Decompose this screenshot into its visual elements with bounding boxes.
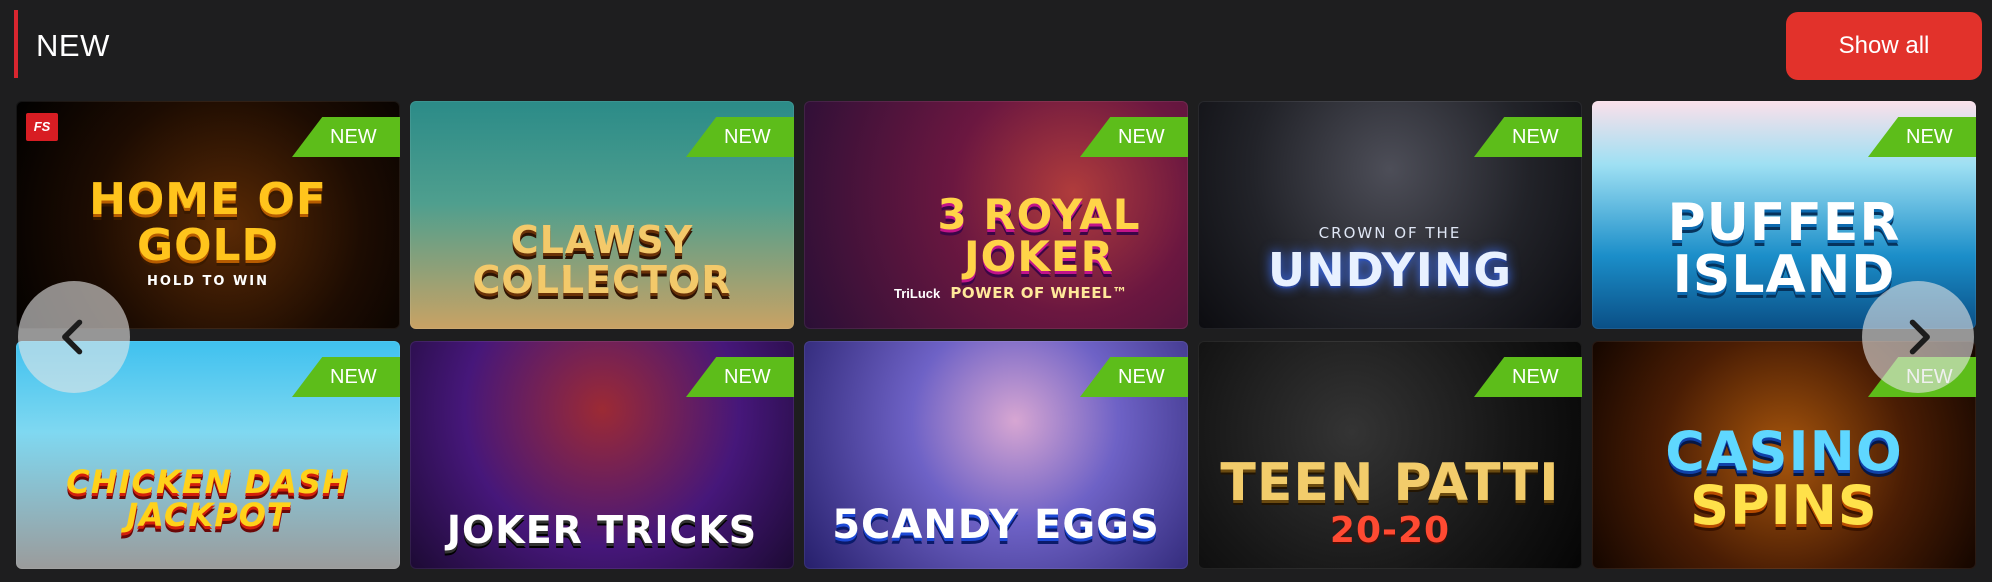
new-badge: NEW bbox=[1474, 357, 1582, 397]
section-title: NEW bbox=[36, 28, 110, 63]
game-logo: TEEN PATTI 20-20 bbox=[1198, 457, 1582, 549]
section-header: NEW Show all bbox=[0, 0, 1992, 96]
section-accent-bar bbox=[14, 10, 18, 78]
game-title: PUFFER ISLAND bbox=[1667, 193, 1901, 305]
chevron-left-icon bbox=[62, 319, 83, 355]
game-tile-joker-tricks[interactable]: NEW JOKER TRICKS bbox=[410, 341, 794, 569]
new-badge: NEW bbox=[686, 357, 794, 397]
game-title: CLAWSY COLLECTOR bbox=[472, 218, 732, 303]
game-logo: 3 ROYAL JOKER POWER OF WHEEL™ bbox=[914, 194, 1164, 301]
game-title: UNDYING bbox=[1267, 243, 1513, 297]
game-subtitle: SPINS bbox=[1690, 474, 1878, 537]
game-logo: CLAWSY COLLECTOR bbox=[410, 218, 794, 303]
game-title: 3 ROYAL JOKER bbox=[937, 190, 1141, 281]
new-badge: NEW bbox=[1080, 117, 1188, 157]
carousel-next-button[interactable] bbox=[1862, 281, 1974, 393]
game-tile-clawsy-collector[interactable]: NEW CLAWSY COLLECTOR bbox=[410, 101, 794, 329]
games-grid: FS NEW HOME OF GOLD HOLD TO WIN NEW CLAW… bbox=[16, 101, 1976, 571]
new-badge: NEW bbox=[292, 117, 400, 157]
game-subtitle: 20-20 bbox=[1329, 510, 1451, 551]
game-title: 5CANDY EGGS bbox=[832, 502, 1160, 548]
carousel-prev-button[interactable] bbox=[18, 281, 130, 393]
game-logo: HOME OF GOLD HOLD TO WIN bbox=[16, 173, 400, 289]
game-tile-crown-of-the-undying[interactable]: NEW CROWN OF THE UNDYING bbox=[1198, 101, 1582, 329]
show-all-button[interactable]: Show all bbox=[1786, 12, 1982, 80]
new-badge: NEW bbox=[1474, 117, 1582, 157]
new-badge: NEW bbox=[1080, 357, 1188, 397]
chevron-right-icon bbox=[1909, 319, 1930, 355]
new-badge: NEW bbox=[686, 117, 794, 157]
game-tile-teen-patti[interactable]: NEW TEEN PATTI 20-20 bbox=[1198, 341, 1582, 569]
provider-badge: FS bbox=[26, 113, 58, 141]
game-title: TEEN PATTI bbox=[1220, 453, 1560, 513]
game-subtitle: CROWN OF THE bbox=[1318, 224, 1462, 242]
game-logo: 5CANDY EGGS bbox=[804, 505, 1188, 545]
game-title: HOME OF GOLD bbox=[89, 173, 327, 272]
game-tile-3-royal-joker[interactable]: NEW TriLuck 3 ROYAL JOKER POWER OF WHEEL… bbox=[804, 101, 1188, 329]
game-title: JOKER TRICKS bbox=[446, 508, 758, 552]
game-subtitle: POWER OF WHEEL™ bbox=[950, 284, 1128, 302]
game-tile-5-candy-eggs[interactable]: NEW 5CANDY EGGS bbox=[804, 341, 1188, 569]
game-logo: CROWN OF THE UNDYING bbox=[1198, 224, 1582, 294]
game-logo: CHICKEN DASH JACKPOT bbox=[16, 462, 400, 535]
new-badge: NEW bbox=[1868, 117, 1976, 157]
new-badge: NEW bbox=[292, 357, 400, 397]
game-logo: JOKER TRICKS bbox=[410, 511, 794, 549]
game-title: CHICKEN DASH JACKPOT bbox=[66, 462, 350, 535]
game-logo: CASINO SPINS bbox=[1592, 425, 1976, 533]
